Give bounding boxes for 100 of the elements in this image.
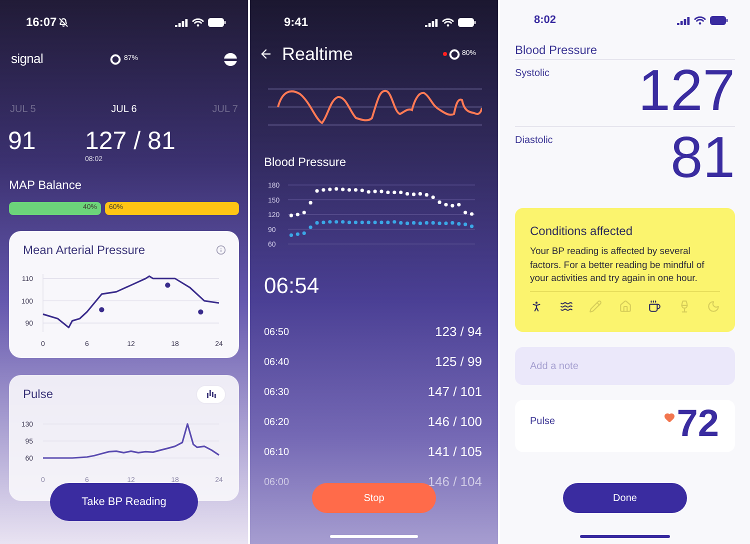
data-point [347,188,352,192]
signal-icon [425,18,438,26]
measure-label: Systolic [515,67,550,81]
data-point [424,221,428,225]
done-button[interactable]: Done [563,483,687,513]
data-point [165,282,170,288]
measure-label: Diastolic [515,134,553,148]
data-point [464,222,468,226]
screen-title: Realtime [282,42,354,66]
battery-icon [208,18,226,26]
data-point [392,220,396,224]
pulse-label: Pulse [530,415,556,429]
back-icon[interactable] [259,47,273,61]
data-point [406,192,410,196]
row-reading: 125 / 99 [435,353,482,372]
data-point [424,193,428,197]
data-point [457,202,461,206]
data-point [444,202,448,206]
data-point [360,220,364,224]
data-point [431,221,435,225]
data-point [418,222,422,226]
date-tab[interactable]: JUL 6 [111,102,137,116]
signal-icon [677,16,690,24]
row-time: 06:50 [264,326,290,340]
heart-icon [664,412,675,423]
row-reading: 147 / 101 [428,383,482,402]
data-point [464,210,468,214]
data-point [418,192,422,196]
take-reading-button[interactable]: Take BP Reading [50,483,198,521]
data-point [450,221,454,225]
wifi-icon [442,18,454,26]
section-label: Blood Pressure [264,154,348,171]
data-point [366,220,370,224]
data-point [406,222,410,226]
data-point [412,221,416,225]
ring-icon [448,48,460,60]
data-point [328,220,332,224]
row-time: 06:10 [264,446,290,460]
bell-off-icon [58,18,68,26]
data-point [328,188,332,192]
data-point [322,188,326,192]
data-point [450,204,454,208]
battery-icon [458,18,476,26]
data-point [457,222,461,226]
bars-icon [206,390,216,398]
status-time: 16:07 [26,14,57,31]
data-point [354,220,358,224]
ring-icon [110,54,121,64]
section-label: MAP Balance [9,176,82,194]
card-title: Pulse [23,386,54,403]
data-point [373,220,377,224]
row-time: 06:00 [264,476,290,490]
data-point [366,190,370,194]
data-point [308,200,312,204]
pulse-value: 72 [676,402,719,447]
data-point [308,225,312,230]
data-point [296,232,300,236]
data-point [412,192,416,196]
data-point [438,200,442,204]
row-time: 06:20 [264,416,290,430]
half-circle-icon[interactable] [224,52,237,66]
data-point [392,190,396,194]
row-reading: 146 / 100 [428,413,482,432]
data-point [438,222,442,226]
data-point [347,220,352,224]
data-point [315,221,319,225]
row-time: 06:30 [264,386,290,400]
bp-reading: 91 [8,127,37,155]
cup-icon[interactable] [648,300,661,312]
note-field[interactable]: Add a note [515,347,735,385]
data-point [399,221,403,225]
measure-value: 81 [670,127,735,192]
data-point [386,220,390,224]
data-point [198,308,204,314]
data-point [386,190,390,194]
chart-toggle-button[interactable] [196,384,226,404]
waves-icon[interactable] [560,300,572,312]
data-point [289,214,294,218]
data-point [444,222,448,226]
data-point [431,196,435,200]
info-icon[interactable] [216,244,226,254]
card-title: Conditions affected [530,223,634,240]
data-point [315,189,319,193]
wifi-icon [694,16,706,24]
data-point [302,210,306,214]
screen-title: Blood Pressure [515,42,598,59]
status-time: 8:02 [534,12,556,28]
row-reading: 141 / 105 [428,443,482,462]
data-point [296,212,300,216]
data-point [360,188,364,192]
measure-value: 127 [638,60,735,125]
data-point [399,190,403,194]
row-time: 06:40 [264,356,290,370]
row-reading: 123 / 94 [435,323,482,342]
data-point [354,188,358,192]
signal-icon [175,18,188,26]
wifi-icon [192,18,204,26]
person-icon[interactable] [530,300,543,312]
app-logo: signal [11,50,44,68]
data-point [334,187,338,191]
